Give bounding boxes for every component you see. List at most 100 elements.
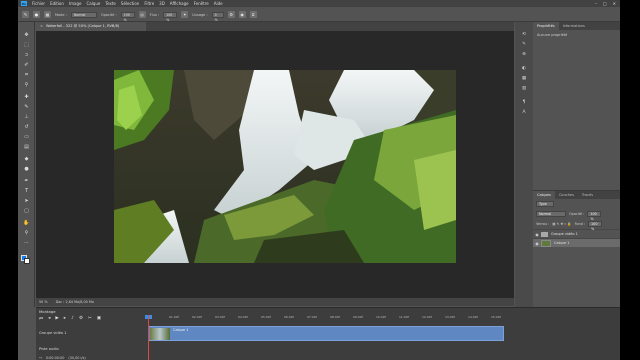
waterfall-photo [114, 70, 456, 263]
ruler-tick: 08:00f [330, 315, 340, 319]
stamp-icon[interactable]: ⊥ [23, 114, 30, 120]
menu-filtre[interactable]: Filtre [144, 1, 154, 6]
canvas-workspace[interactable] [36, 31, 514, 298]
brush-preset-icon[interactable]: ✎ [22, 11, 29, 18]
menu-edition[interactable]: Edition [50, 1, 64, 6]
zoom-icon[interactable]: ⚲ [23, 230, 30, 236]
properties-panel: Propriétés Informations Aucune propriété [533, 22, 620, 187]
menu-fichier[interactable]: Fichier [32, 1, 45, 6]
timeline-ruler[interactable]: 00 01:00f 02:00f 03:00f 04:00f 05:00f 06… [146, 315, 520, 322]
paragraph-icon[interactable]: ¶ [521, 100, 527, 105]
layer-thumbnail [541, 239, 551, 247]
opacity-field[interactable]: 100 % [120, 11, 135, 22]
clone-source-icon[interactable]: ⊕ [521, 52, 527, 57]
layer-kind-filter[interactable]: Type [536, 201, 554, 207]
brush-panel-icon[interactable]: ▦ [44, 11, 51, 18]
lasso-icon[interactable]: ↄ [23, 52, 30, 58]
healing-icon[interactable]: ✚ [23, 94, 30, 100]
minimize-button[interactable]: – [595, 1, 597, 6]
brush-size-icon[interactable]: ● [33, 11, 40, 18]
adjustments-icon[interactable]: ◐ [521, 66, 527, 71]
tab-layers[interactable]: Calques [533, 191, 555, 199]
close-window-button[interactable]: ✕ [613, 1, 616, 6]
video-clip[interactable]: Calque 1 [148, 326, 504, 341]
playhead[interactable] [148, 315, 149, 360]
hand-icon[interactable]: ✋ [23, 220, 30, 226]
document-tab[interactable]: × Waterfall - 322 @ 50% (Calque 1, RVB/8) [36, 22, 146, 31]
settings-icon[interactable]: ⚙ [79, 316, 83, 322]
play-icon[interactable]: ▶ [55, 316, 58, 322]
pen-icon[interactable]: ✒ [23, 178, 30, 184]
swatches-icon[interactable]: ▥ [521, 86, 527, 91]
flow-label: Flux : [149, 12, 160, 17]
menu-3d[interactable]: 3D [159, 1, 165, 6]
next-frame-icon[interactable]: ▸ [64, 316, 66, 322]
menu-affichage[interactable]: Affichage [170, 1, 189, 6]
pressure-opacity-icon[interactable]: ◎ [138, 11, 146, 18]
move-icon[interactable]: ✥ [23, 32, 30, 38]
character-icon[interactable]: A [521, 110, 527, 115]
eye-icon[interactable]: ◉ [533, 241, 541, 246]
photoshop-logo: Ps [21, 1, 27, 6]
tab-properties[interactable]: Propriétés [533, 22, 559, 30]
track-audio-label[interactable]: Piste audio [39, 347, 59, 351]
flow-field[interactable]: 100 % [163, 11, 178, 22]
layer-opacity-field[interactable]: 100 % [587, 211, 602, 221]
tab-informations[interactable]: Informations [559, 22, 589, 30]
quick-select-icon[interactable]: ✐ [23, 62, 30, 68]
mode-select[interactable]: Normal [70, 11, 97, 18]
crop-icon[interactable]: ⌗ [23, 72, 30, 78]
render-video-icon[interactable]: ↪ [39, 356, 42, 360]
maximize-button[interactable]: □ [603, 1, 607, 6]
symmetry-icon[interactable]: ⧖ [249, 11, 257, 18]
layer-blend-select[interactable]: Normal [536, 211, 566, 217]
marquee-icon[interactable]: ⬚ [23, 42, 30, 48]
history-brush-icon[interactable]: ↺ [23, 124, 30, 130]
blur-icon[interactable]: ◆ [23, 156, 30, 162]
zoom-level[interactable]: 50 % [39, 300, 48, 304]
type-icon[interactable]: T [23, 188, 30, 194]
eyedropper-icon[interactable]: ⚲ [23, 82, 30, 88]
eraser-icon[interactable]: ▭ [23, 134, 30, 140]
gradient-icon[interactable]: ▤ [23, 144, 30, 150]
brush-settings-icon[interactable]: ✎ [521, 42, 527, 47]
lock-icons[interactable]: ▦ ✎ ✥ ⌗ 🔒 [552, 222, 571, 226]
gear-icon[interactable]: ⚙ [227, 11, 235, 18]
layer-row-group[interactable]: ◉ Groupe vidéo 1 [533, 229, 620, 238]
menu-texte[interactable]: Texte [105, 1, 116, 6]
menu-calque[interactable]: Calque [86, 1, 100, 6]
timeline-footer: ↪ 0:00:00:00 (30,00 i/s) [36, 355, 620, 360]
ruler-tick: 01:00f [169, 315, 179, 319]
menu-aide[interactable]: Aide [214, 1, 223, 6]
timeline-title: Montage [39, 309, 56, 314]
styles-icon[interactable]: ▦ [521, 76, 527, 81]
history-icon[interactable]: ⟲ [521, 32, 527, 37]
first-frame-icon[interactable]: ⏮ [39, 316, 43, 322]
dodge-icon[interactable]: ● [23, 166, 30, 172]
menu-fenetre[interactable]: Fenêtre [194, 1, 209, 6]
background-color-swatch[interactable] [24, 258, 30, 264]
eye-icon[interactable]: ◉ [533, 232, 541, 237]
brush-icon[interactable]: ✎ [23, 104, 30, 110]
fill-field[interactable]: 100 % [588, 221, 603, 231]
audio-icon[interactable]: ♪ [71, 316, 74, 322]
path-select-icon[interactable]: ➤ [23, 198, 30, 204]
smoothing-field[interactable]: 0 % [211, 11, 224, 22]
collapsed-panels-column: ⟲ ✎ ⊕ ◐ ▦ ▥ ¶ A [515, 22, 533, 307]
close-tab-icon[interactable]: × [40, 24, 43, 28]
shape-icon[interactable]: ▢ [23, 208, 30, 214]
airbrush-icon[interactable]: ✦ [181, 11, 189, 18]
track-video-label[interactable]: Groupe vidéo 1 [39, 331, 67, 335]
pressure-size-icon[interactable]: ◉ [238, 11, 246, 18]
more-tools-icon[interactable]: ⋯ [23, 240, 30, 246]
layer-row-calque[interactable]: ◉ Calque 1 [533, 238, 620, 247]
menu-selection[interactable]: Sélection [121, 1, 139, 6]
tab-channels[interactable]: Couches [555, 191, 578, 199]
prev-frame-icon[interactable]: ◂ [48, 316, 50, 322]
layers-panel: Calques Couches Tracés Type Normal Opaci… [533, 190, 620, 307]
tab-paths[interactable]: Tracés [578, 191, 597, 199]
menu-image[interactable]: Image [69, 1, 82, 6]
playback-controls: ⏮ ◂ ▶ ▸ ♪ ⚙ ✂ ▣ [39, 316, 101, 322]
split-icon[interactable]: ✂ [88, 316, 92, 322]
transition-icon[interactable]: ▣ [97, 316, 101, 322]
